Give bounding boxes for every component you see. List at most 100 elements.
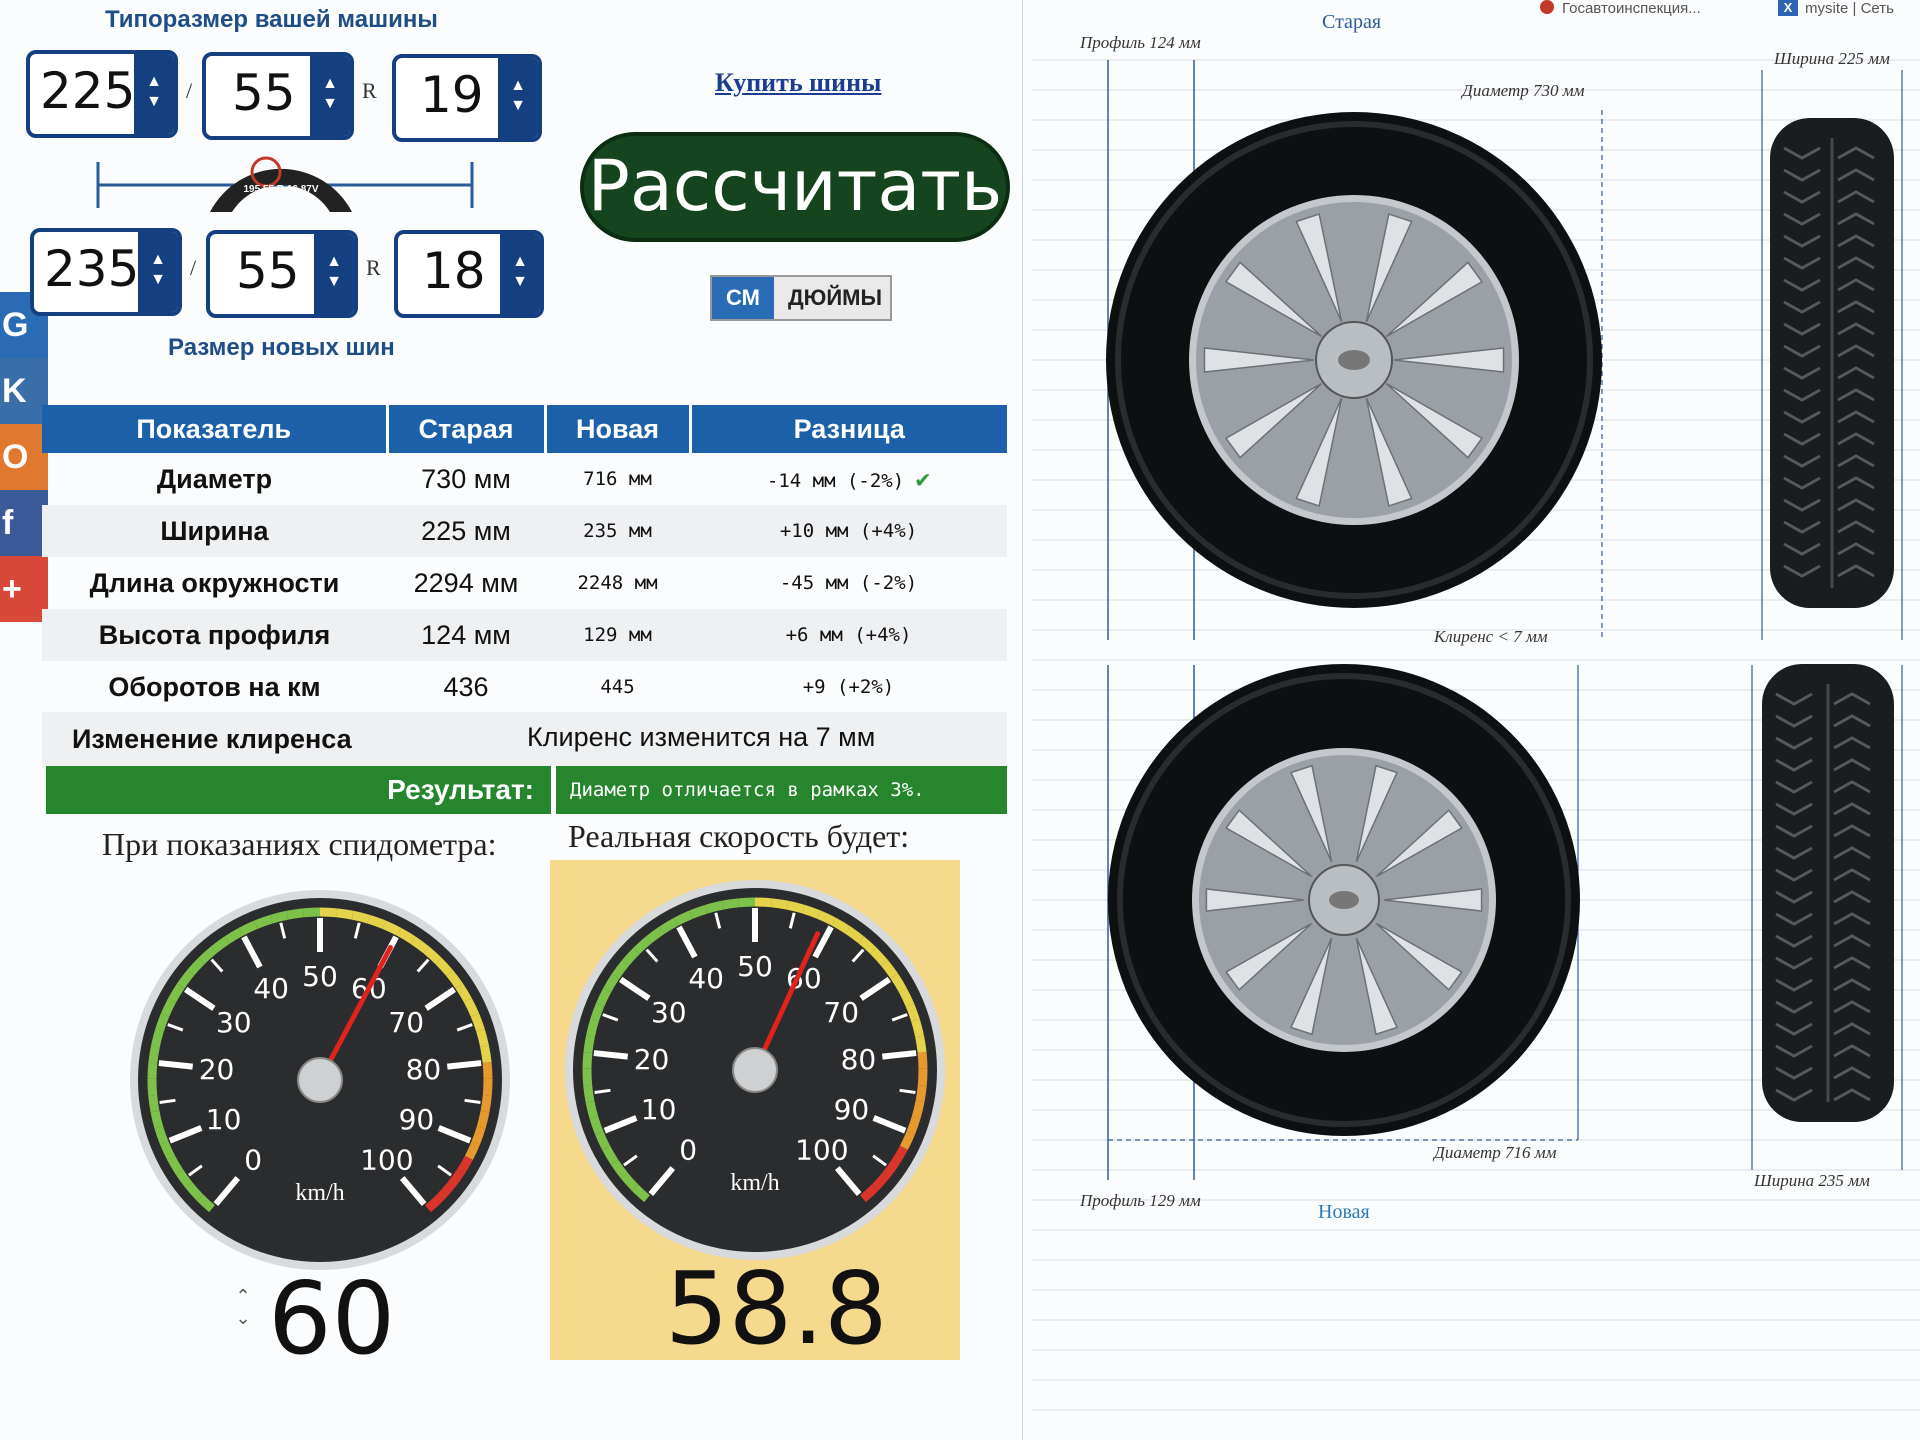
- odnoklassniki-share-icon[interactable]: O: [0, 424, 48, 490]
- real-gauge-tick-label: 20: [634, 1043, 670, 1076]
- shown-gauge-hub: [297, 1057, 343, 1103]
- tire-size-bracket: 195 55 R 16 87V: [96, 156, 474, 212]
- shown-gauge-tick-label: 100: [360, 1144, 413, 1177]
- old-profile-input[interactable]: 55 ▲ ▼: [202, 52, 354, 140]
- shown-gauge-arc-segment: [351, 910, 370, 924]
- result-row: Результат: Диаметр отличается в рамках 3…: [46, 766, 1007, 814]
- diff-value: +9 (+2%): [802, 676, 895, 698]
- facebook-share-icon[interactable]: f: [0, 490, 48, 556]
- real-gauge-hub: [732, 1047, 778, 1093]
- row-label: Высота профиля: [42, 609, 387, 661]
- shown-gauge-tick: [446, 1060, 482, 1070]
- table-row: Высота профиля 124 мм 129 мм +6 мм (+4%): [42, 609, 1007, 661]
- shown-gauge-arc-segment: [254, 914, 273, 929]
- real-gauge-arc-segment: [705, 900, 724, 914]
- shown-gauge-tick-label: 80: [406, 1053, 442, 1086]
- spinner-arrows[interactable]: ▲ ▼: [134, 54, 174, 134]
- result-label: Результат:: [387, 774, 534, 805]
- shown-gauge-arc-segment: [319, 907, 337, 918]
- diff-value: -14 мм (-2%): [766, 470, 905, 492]
- shown-speed-value[interactable]: 60: [268, 1260, 395, 1377]
- shown-gauge-tick: [158, 1060, 194, 1070]
- speed-spinner[interactable]: ⌃ ⌄: [230, 1285, 256, 1329]
- shown-gauge-arc-segment: [150, 1110, 164, 1129]
- new-size-heading: Размер новых шин: [168, 334, 395, 361]
- new-rim-input[interactable]: 18 ▲ ▼: [394, 230, 544, 318]
- shown-gauge-arc-segment: [147, 1061, 158, 1079]
- shown-gauge-tick-label: 20: [199, 1053, 235, 1086]
- old-value: 2294 мм: [413, 567, 519, 598]
- shown-gauge-tick-label: 50: [302, 960, 338, 993]
- shown-speedometer: 0102030405060708090100km/h: [130, 890, 510, 1270]
- old-tread-image: [1770, 118, 1894, 608]
- shown-gauge-arc-segment: [476, 1110, 490, 1129]
- shown-gauge-arc-segment: [471, 1126, 486, 1145]
- row-label: Ширина: [42, 505, 387, 557]
- real-gauge-tick-label: 40: [688, 962, 724, 995]
- old-diameter-label: Диаметр 730 мм: [1460, 81, 1585, 100]
- real-gauge-tick-label: 90: [834, 1093, 870, 1126]
- vk-share-icon[interactable]: K: [0, 358, 48, 424]
- shown-gauge-arc-segment: [476, 1028, 489, 1048]
- shown-gauge-arc-segment: [148, 1045, 160, 1063]
- units-inches-button[interactable]: ДЮЙМЫ: [774, 277, 890, 319]
- shown-gauge-tick-label: 70: [388, 1006, 424, 1039]
- new-profile-input[interactable]: 55 ▲ ▼: [206, 230, 358, 318]
- spinner-arrows[interactable]: ▲ ▼: [138, 232, 178, 312]
- shown-gauge-arc-segment: [155, 1013, 170, 1032]
- spinner-arrows[interactable]: ▲ ▼: [314, 234, 354, 314]
- old-rim-input[interactable]: 19 ▲ ▼: [392, 54, 542, 142]
- new-value: 235 мм: [545, 505, 690, 557]
- old-width-value: 225: [40, 62, 136, 120]
- real-gauge-arc-segment: [586, 1018, 599, 1038]
- shown-gauge-arc-segment: [480, 1045, 492, 1063]
- new-tread-image: [1762, 664, 1894, 1122]
- units-cm-button[interactable]: СМ: [712, 277, 774, 319]
- real-gauge-arc-segment: [915, 1035, 927, 1053]
- units-toggle: СМ ДЮЙМЫ: [710, 275, 892, 321]
- col-header-old: Старая: [387, 405, 547, 453]
- slash-separator: /: [186, 78, 193, 103]
- real-gauge-arc-segment: [589, 1116, 604, 1135]
- old-rim-value: 19: [420, 66, 484, 124]
- real-gauge-arc-segment: [911, 1018, 924, 1038]
- spinner-arrows[interactable]: ▲ ▼: [500, 234, 540, 314]
- new-rim-value: 18: [422, 242, 486, 300]
- real-gauge-arc-segment: [590, 1003, 605, 1022]
- real-speed-label: Реальная скорость будет:: [568, 818, 910, 854]
- new-title: Новая: [1318, 1201, 1370, 1223]
- divider: [551, 766, 556, 814]
- buy-tires-link[interactable]: Купить шины: [715, 68, 881, 98]
- new-width-value: 235: [44, 240, 140, 298]
- shown-gauge-arc-segment: [335, 908, 354, 920]
- old-value: 730 мм: [421, 463, 511, 494]
- table-row: Ширина 225 мм 235 мм +10 мм (+4%): [42, 505, 1007, 557]
- new-value: 445: [600, 676, 635, 698]
- old-profile-value: 55: [232, 64, 296, 122]
- result-value: Диаметр отличается в рамках 3%.: [570, 779, 925, 801]
- more-share-icon[interactable]: +: [0, 556, 48, 622]
- shown-gauge-arc-segment: [154, 1126, 169, 1145]
- old-width-input[interactable]: 225 ▲ ▼: [26, 50, 178, 138]
- real-gauge-tick: [881, 1050, 917, 1060]
- real-gauge-tick-label: 50: [737, 950, 773, 983]
- shown-gauge-tick-label: 30: [216, 1006, 252, 1039]
- real-gauge-arc-segment: [582, 1051, 593, 1069]
- shown-gauge-arc-segment: [147, 1078, 158, 1096]
- shown-speed-label: При показаниях спидометра:: [102, 826, 497, 862]
- table-row: Оборотов на км 436 445 +9 (+2%): [42, 661, 1007, 713]
- spinner-arrows[interactable]: ▲ ▼: [498, 58, 538, 138]
- shown-gauge-arc-segment: [303, 907, 321, 918]
- shown-gauge-arc-segment: [286, 908, 305, 920]
- real-gauge-tick-label: 100: [795, 1134, 848, 1167]
- real-gauge-tick-label: 70: [823, 996, 859, 1029]
- comparison-table: Показатель Старая Новая Разница Диаметр …: [42, 405, 1007, 713]
- real-gauge-arc-segment: [770, 898, 789, 910]
- real-gauge-arc-segment: [911, 1100, 925, 1119]
- spinner-arrows[interactable]: ▲ ▼: [310, 56, 350, 136]
- real-gauge-tick-label: 0: [679, 1134, 697, 1167]
- real-gauge-arc-segment: [582, 1068, 593, 1086]
- new-width-input[interactable]: 235 ▲ ▼: [30, 228, 182, 316]
- calculate-button[interactable]: Рассчитать: [580, 132, 1010, 242]
- shown-gauge-tick-label: 0: [244, 1144, 262, 1177]
